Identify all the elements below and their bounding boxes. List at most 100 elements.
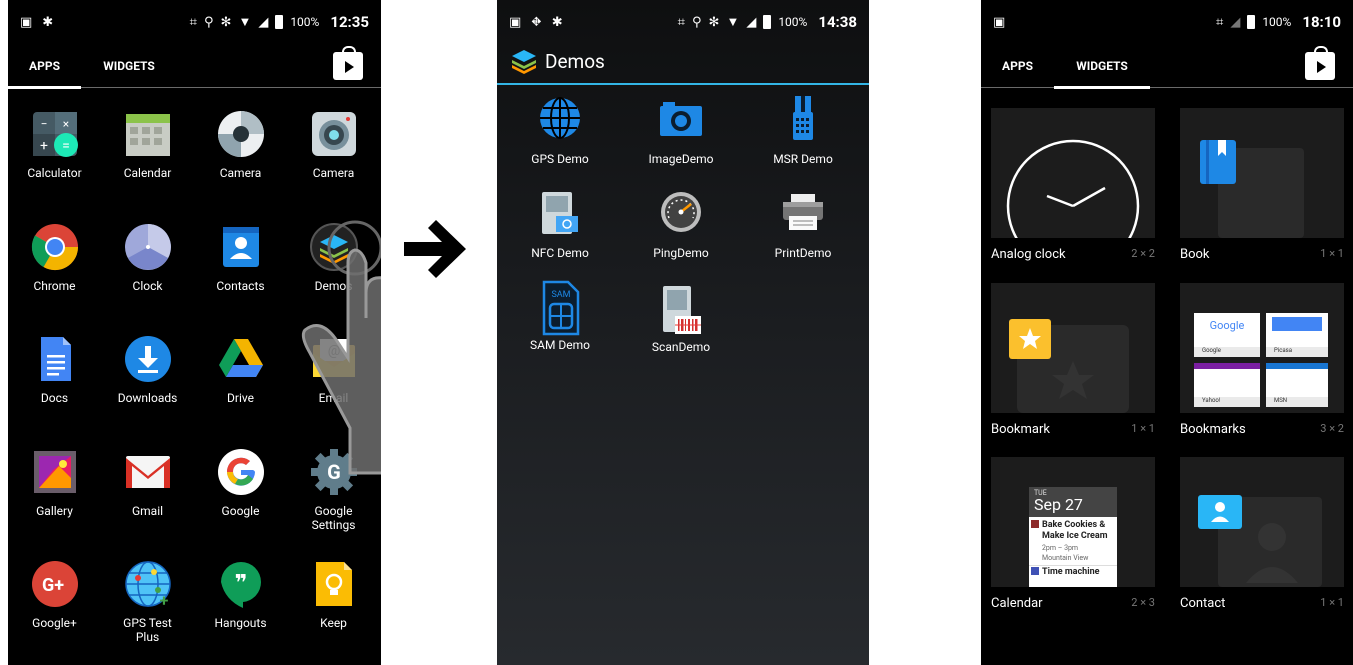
android-debug-icon: ✱ xyxy=(551,14,563,30)
svg-text:+: + xyxy=(40,138,48,154)
widget-bookmarks[interactable]: Google Google Picasa Yahoo! MSN Bookmark… xyxy=(1180,283,1344,437)
demo-ping[interactable]: PingDemo xyxy=(621,190,741,260)
keep-icon xyxy=(310,560,358,608)
demo-image[interactable]: ImageDemo xyxy=(621,96,741,166)
play-store-icon[interactable] xyxy=(333,46,363,80)
widget-label: Calendar xyxy=(991,596,1043,611)
event-title: Bake Cookies & Make Ice Cream xyxy=(1042,520,1108,541)
demo-sam[interactable]: SAM SAM Demo xyxy=(500,280,620,352)
demo-msr[interactable]: MSR Demo xyxy=(743,96,863,166)
app-label: Hangouts xyxy=(214,616,267,630)
app-label: Drive xyxy=(227,391,254,405)
app-label: Gallery xyxy=(36,504,73,518)
widget-preview: Google Google Picasa Yahoo! MSN xyxy=(1180,283,1344,413)
tab-widgets[interactable]: WIDGETS xyxy=(1054,44,1150,89)
app-label: Chrome xyxy=(33,279,76,293)
app-label: Google xyxy=(221,504,260,518)
demo-scan[interactable]: ScanDemo xyxy=(621,284,741,354)
calendar-event: Bake Cookies & Make Ice Cream 2pm – 3pm … xyxy=(1029,517,1117,565)
scanner-icon: ⌗ xyxy=(1215,14,1224,30)
bookmark-thumb-picasa: Picasa xyxy=(1266,313,1328,357)
camera-icon xyxy=(217,110,265,158)
widget-size: 2 × 3 xyxy=(1131,596,1155,609)
app-calculator[interactable]: − × + = Calculator xyxy=(8,110,101,180)
widget-preview xyxy=(1180,457,1344,587)
screenshot-icon: ▣ xyxy=(993,14,1006,30)
drawer-tabs: APPS WIDGETS xyxy=(981,44,1353,89)
app-label: Camera xyxy=(219,166,262,180)
gmail-icon xyxy=(124,448,172,496)
app-hangouts[interactable]: ❞ Hangouts xyxy=(194,560,287,630)
status-bar: ▣ ⛖ ✱ ⌗ ⚲ ✻ ▼ ◢ 100% 14:38 xyxy=(497,0,869,44)
app-keep[interactable]: Keep xyxy=(287,560,380,630)
app-camera[interactable]: Camera xyxy=(194,110,287,180)
globe-icon xyxy=(538,96,582,140)
demo-print[interactable]: PrintDemo xyxy=(743,190,863,260)
svg-text:=: = xyxy=(62,138,70,154)
clock-time: 18:10 xyxy=(1302,13,1341,31)
demo-label: NFC Demo xyxy=(531,246,589,260)
app-google-plus[interactable]: G+ Google+ xyxy=(8,560,101,630)
barcode-scanner-icon xyxy=(659,284,703,336)
demo-label: MSR Demo xyxy=(773,152,833,166)
widget-size: 2 × 2 xyxy=(1131,247,1155,260)
battery-percent: 100% xyxy=(290,15,320,29)
page-title: Demos xyxy=(545,50,605,73)
app-chrome[interactable]: Chrome xyxy=(8,223,101,293)
thumb-caption: MSN xyxy=(1266,397,1328,407)
app-google[interactable]: Google xyxy=(194,448,287,518)
status-bar: ▣ ⌗ ◢ 100% 18:10 xyxy=(981,0,1353,44)
camera-icon xyxy=(659,96,703,140)
google-plus-icon: G+ xyxy=(31,560,79,608)
demo-label: PrintDemo xyxy=(774,246,832,260)
widget-preview xyxy=(991,283,1155,413)
bookmark-thumb-google: Google Google xyxy=(1194,313,1260,357)
app-calendar[interactable]: Calendar xyxy=(101,110,194,180)
demo-nfc[interactable]: NFC Demo xyxy=(500,190,620,260)
tab-apps[interactable]: APPS xyxy=(8,44,81,89)
docs-icon xyxy=(31,335,79,383)
widget-analog-clock[interactable]: Analog clock 2 × 2 xyxy=(991,108,1155,262)
widget-book[interactable]: Book 1 × 1 xyxy=(1180,108,1344,262)
app-gmail[interactable]: Gmail xyxy=(101,448,194,518)
wifi-icon: ▼ xyxy=(726,14,740,30)
widget-contact[interactable]: Contact 1 × 1 xyxy=(1180,457,1344,611)
app-contacts[interactable]: Contacts xyxy=(194,223,287,293)
app-drive[interactable]: Drive xyxy=(194,335,287,405)
screenshot-icon: ▣ xyxy=(20,14,33,30)
app-clock[interactable]: Clock xyxy=(101,223,194,293)
widget-calendar[interactable]: TUE Sep 27 Bake Cookies & Make Ice Cream… xyxy=(991,457,1155,611)
tap-hand-icon xyxy=(301,220,381,475)
calendar-date: Sep 27 xyxy=(1034,495,1083,514)
calculator-icon: − × + = xyxy=(31,110,79,158)
star-icon xyxy=(1009,319,1051,359)
demo-label: ScanDemo xyxy=(651,340,711,354)
widget-label: Bookmarks xyxy=(1180,422,1246,437)
calendar-card: TUE Sep 27 Bake Cookies & Make Ice Cream… xyxy=(1029,487,1117,587)
svg-text:×: × xyxy=(62,117,68,131)
screenshot-icon: ▣ xyxy=(509,14,522,30)
app-downloads[interactable]: Downloads xyxy=(101,335,194,405)
play-store-icon[interactable] xyxy=(1305,46,1335,80)
widget-size: 1 × 1 xyxy=(1320,596,1344,609)
phone-demos-app: ▣ ⛖ ✱ ⌗ ⚲ ✻ ▼ ◢ 100% 14:38 Demos GPS Dem… xyxy=(497,0,869,665)
scanner-icon: ⌗ xyxy=(189,14,197,30)
demo-gps[interactable]: GPS Demo xyxy=(500,96,620,166)
app-docs[interactable]: Docs xyxy=(8,335,101,405)
app-camera-2[interactable]: Camera xyxy=(287,110,380,180)
widget-size: 1 × 1 xyxy=(1131,422,1155,435)
event-time: 2pm – 3pm xyxy=(1042,544,1079,552)
thumb-caption: Yahoo! xyxy=(1194,397,1260,407)
downloads-icon xyxy=(124,335,172,383)
tab-widgets[interactable]: WIDGETS xyxy=(92,44,166,88)
widget-label: Book xyxy=(1180,247,1210,262)
demos-logo-icon xyxy=(512,50,536,74)
widget-bookmark[interactable]: Bookmark 1 × 1 xyxy=(991,283,1155,437)
book-icon xyxy=(1200,140,1236,184)
app-gallery[interactable]: Gallery xyxy=(8,448,101,518)
sim-card-icon: SAM xyxy=(538,280,582,336)
location-icon: ⚲ xyxy=(204,14,214,30)
battery-icon xyxy=(1247,15,1256,29)
app-gps-test-plus[interactable]: + GPS Test Plus xyxy=(101,560,194,644)
tab-apps[interactable]: APPS xyxy=(981,44,1054,88)
